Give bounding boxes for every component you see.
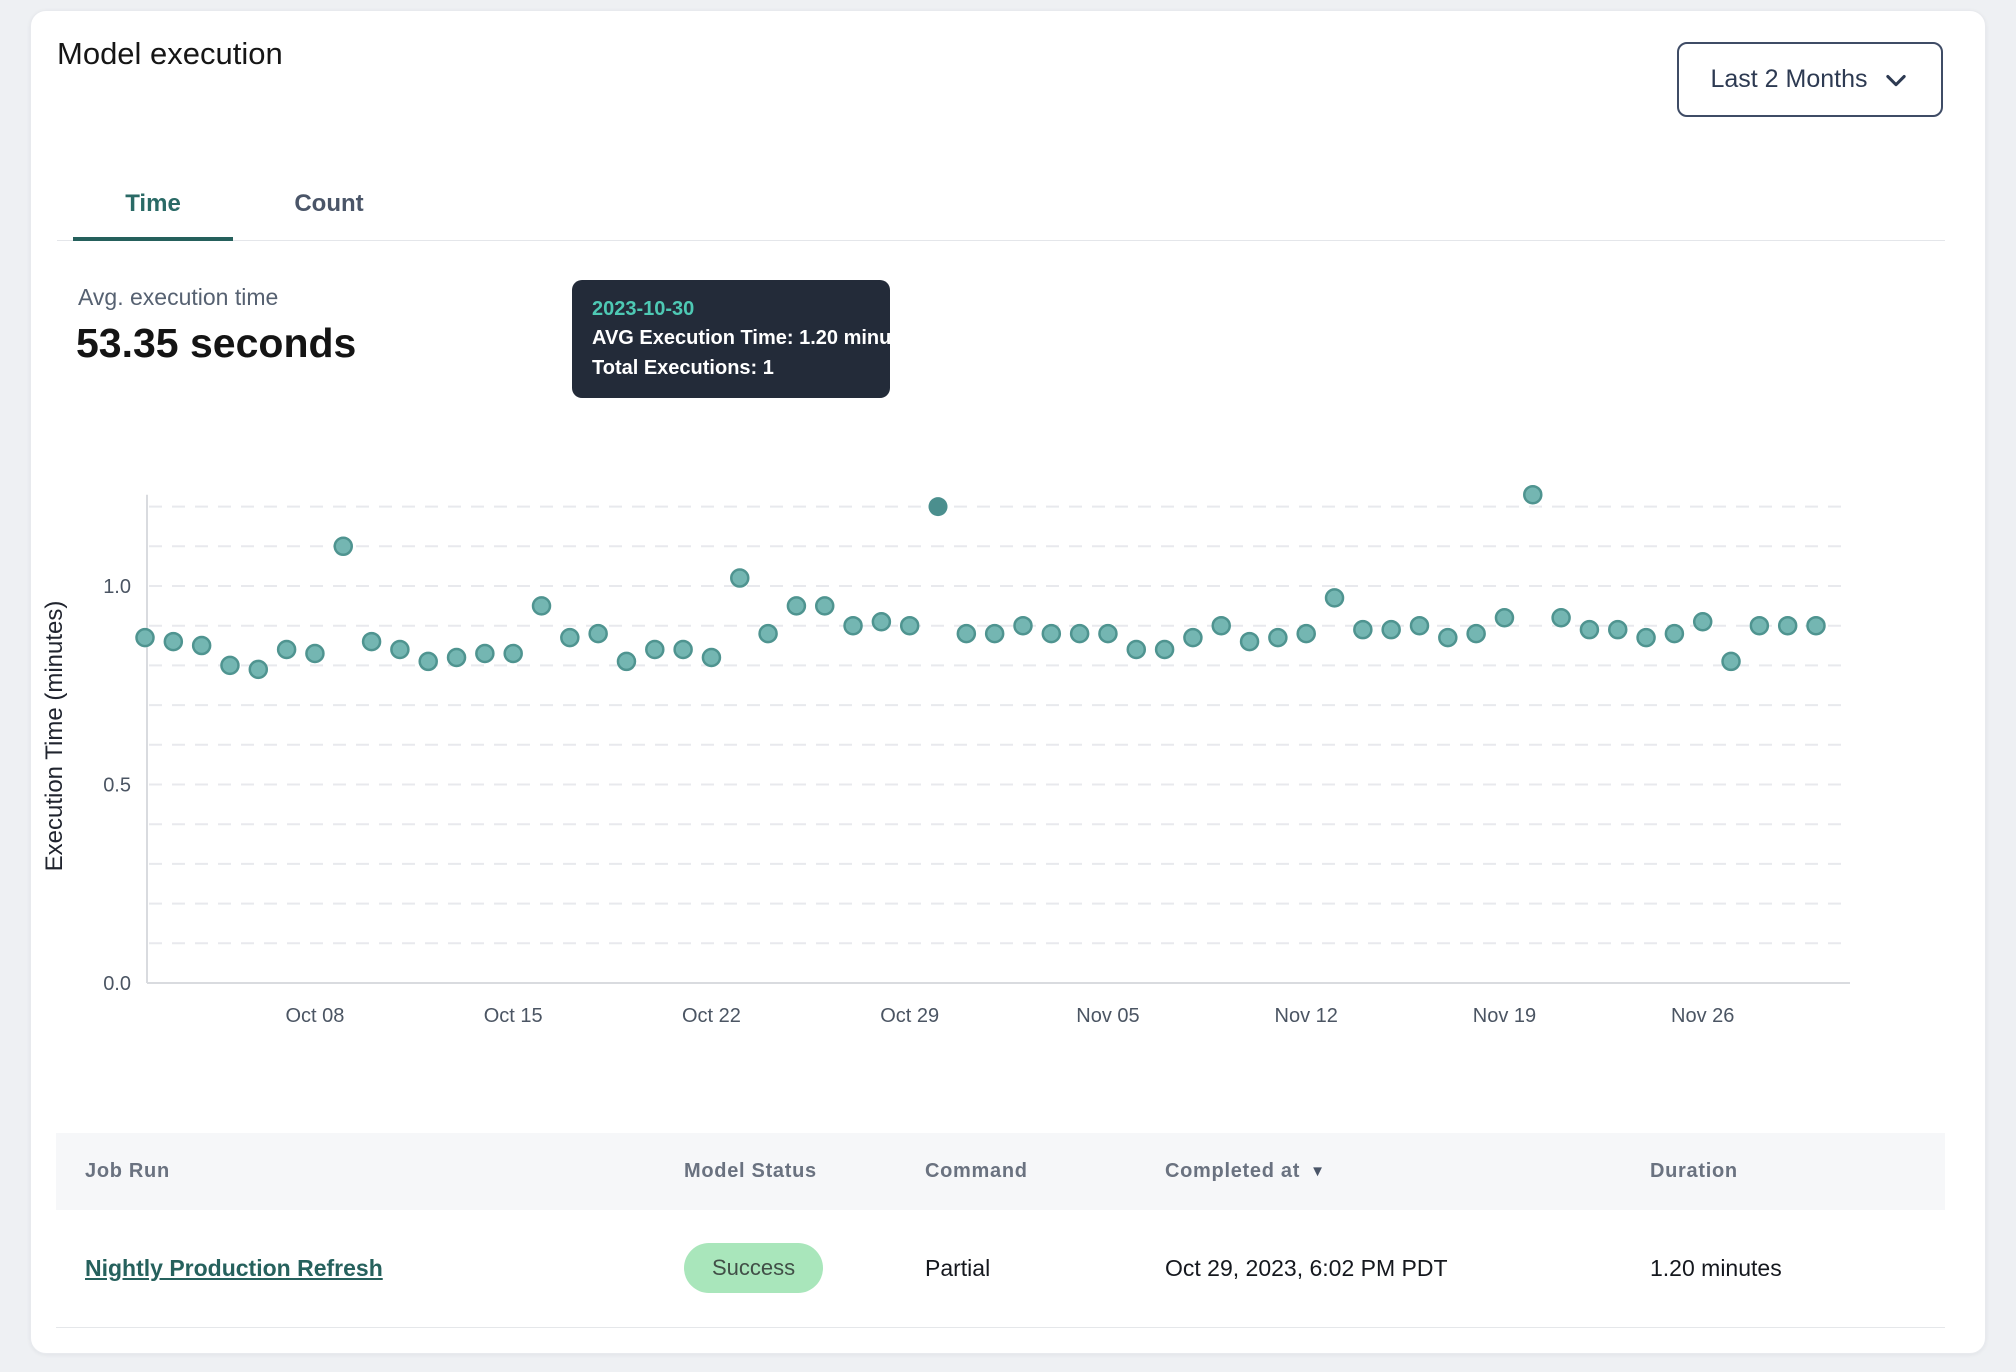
- status-badge: Success: [684, 1243, 823, 1293]
- data-point[interactable]: [335, 538, 352, 555]
- data-point[interactable]: [1468, 625, 1485, 642]
- data-point[interactable]: [1779, 617, 1796, 634]
- data-point[interactable]: [731, 570, 748, 587]
- data-point[interactable]: [958, 625, 975, 642]
- data-point[interactable]: [816, 597, 833, 614]
- sort-descending-icon[interactable]: ▼: [1310, 1163, 1326, 1180]
- data-point[interactable]: [1383, 621, 1400, 638]
- table-row: Nightly Production Refresh Success Parti…: [56, 1210, 1945, 1328]
- data-point[interactable]: [561, 629, 578, 646]
- data-point[interactable]: [165, 633, 182, 650]
- job-run-cell: Nightly Production Refresh: [85, 1210, 383, 1326]
- column-header-duration: Duration: [1650, 1133, 1738, 1210]
- data-point[interactable]: [363, 633, 380, 650]
- data-point[interactable]: [986, 625, 1003, 642]
- data-point[interactable]: [646, 641, 663, 658]
- data-point[interactable]: [1184, 629, 1201, 646]
- chart-tooltip: 2023-10-30 AVG Execution Time: 1.20 minu…: [572, 280, 890, 398]
- data-point[interactable]: [1694, 613, 1711, 630]
- data-point[interactable]: [1553, 609, 1570, 626]
- data-point[interactable]: [1213, 617, 1230, 634]
- data-point[interactable]: [1666, 625, 1683, 642]
- data-point[interactable]: [306, 645, 323, 662]
- data-point-highlighted[interactable]: [929, 497, 948, 516]
- data-point[interactable]: [1354, 621, 1371, 638]
- data-point[interactable]: [1326, 589, 1343, 606]
- page-title: Model execution: [57, 36, 283, 72]
- data-point[interactable]: [1043, 625, 1060, 642]
- chart-tabs: Time Count: [57, 168, 1945, 241]
- column-header-model-status: Model Status: [684, 1133, 817, 1210]
- data-point[interactable]: [193, 637, 210, 654]
- avg-execution-time-value: 53.35 seconds: [76, 320, 356, 367]
- command-cell: Partial: [925, 1210, 990, 1326]
- data-point[interactable]: [1411, 617, 1428, 634]
- data-point[interactable]: [391, 641, 408, 658]
- data-point[interactable]: [1128, 641, 1145, 658]
- data-point[interactable]: [1298, 625, 1315, 642]
- data-point[interactable]: [1269, 629, 1286, 646]
- data-point[interactable]: [675, 641, 692, 658]
- data-point[interactable]: [1524, 486, 1541, 503]
- date-range-label: Last 2 Months: [1710, 65, 1867, 94]
- data-point[interactable]: [533, 597, 550, 614]
- data-point[interactable]: [873, 613, 890, 630]
- duration-cell: 1.20 minutes: [1650, 1210, 1782, 1326]
- tooltip-date: 2023-10-30: [592, 295, 870, 323]
- data-point[interactable]: [1751, 617, 1768, 634]
- date-range-dropdown[interactable]: Last 2 Months: [1677, 42, 1943, 117]
- column-header-completed-at[interactable]: Completed at ▼: [1165, 1133, 1326, 1210]
- data-point[interactable]: [703, 649, 720, 666]
- data-point[interactable]: [1723, 653, 1740, 670]
- data-point[interactable]: [1638, 629, 1655, 646]
- model-status-cell: Success: [684, 1210, 823, 1326]
- column-header-job-run: Job Run: [85, 1133, 170, 1210]
- chevron-down-icon: [1882, 66, 1910, 94]
- job-runs-table-header: Job Run Model Status Command Completed a…: [56, 1133, 1945, 1210]
- data-point[interactable]: [760, 625, 777, 642]
- tab-time[interactable]: Time: [73, 168, 233, 240]
- data-point[interactable]: [1496, 609, 1513, 626]
- avg-execution-time-label: Avg. execution time: [78, 284, 278, 311]
- tooltip-total-executions: Total Executions: 1: [592, 353, 870, 383]
- data-point[interactable]: [221, 657, 238, 674]
- model-execution-page: Model execution Last 2 Months Time Count…: [0, 0, 2016, 1372]
- data-point[interactable]: [250, 661, 267, 678]
- data-point[interactable]: [278, 641, 295, 658]
- tab-count[interactable]: Count: [249, 168, 409, 240]
- data-point[interactable]: [1609, 621, 1626, 638]
- data-point[interactable]: [420, 653, 437, 670]
- data-point[interactable]: [1099, 625, 1116, 642]
- data-point[interactable]: [590, 625, 607, 642]
- data-point[interactable]: [901, 617, 918, 634]
- data-point[interactable]: [448, 649, 465, 666]
- column-header-command: Command: [925, 1133, 1028, 1210]
- data-point[interactable]: [1808, 617, 1825, 634]
- data-point[interactable]: [1014, 617, 1031, 634]
- data-point[interactable]: [1241, 633, 1258, 650]
- data-point[interactable]: [788, 597, 805, 614]
- data-point[interactable]: [1439, 629, 1456, 646]
- job-run-link[interactable]: Nightly Production Refresh: [85, 1255, 383, 1282]
- data-point[interactable]: [1156, 641, 1173, 658]
- tooltip-avg-execution-time: AVG Execution Time: 1.20 minutes: [592, 323, 870, 353]
- completed-at-label: Completed at: [1165, 1160, 1300, 1183]
- data-point[interactable]: [845, 617, 862, 634]
- data-point[interactable]: [505, 645, 522, 662]
- data-point[interactable]: [1581, 621, 1598, 638]
- completed-at-cell: Oct 29, 2023, 6:02 PM PDT: [1165, 1210, 1448, 1326]
- data-point[interactable]: [476, 645, 493, 662]
- data-point[interactable]: [618, 653, 635, 670]
- data-point[interactable]: [1071, 625, 1088, 642]
- data-point[interactable]: [137, 629, 154, 646]
